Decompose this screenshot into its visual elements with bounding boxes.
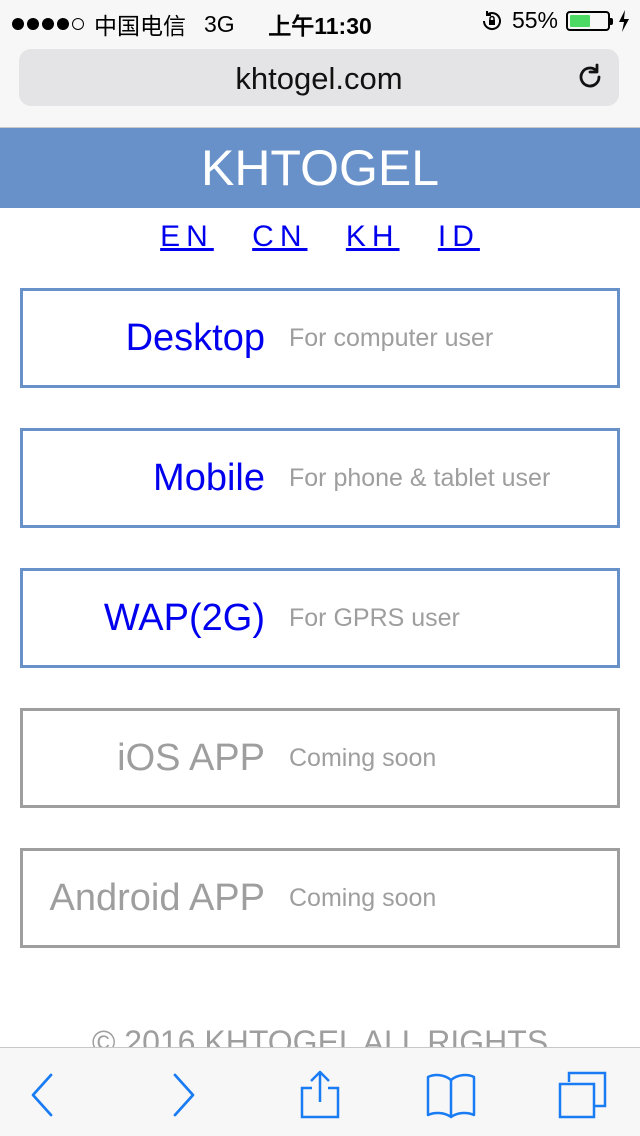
option-title[interactable]: Mobile — [153, 431, 265, 525]
option-subtitle: For phone & tablet user — [289, 464, 551, 492]
lang-link-en[interactable]: EN — [160, 220, 214, 253]
option-title[interactable]: Desktop — [126, 291, 265, 385]
option-subtitle: For computer user — [289, 324, 494, 352]
screen: 中国电信 3G 上午11:30 55% khtogel.com KHTOGEL … — [0, 0, 640, 1136]
browser-toolbar — [0, 1047, 640, 1136]
option-title: Android APP — [49, 877, 265, 919]
battery-percent: 55% — [511, 7, 558, 33]
option-wap[interactable]: WAP(2G) For GPRS user — [20, 568, 620, 668]
charging-icon — [619, 9, 629, 32]
option-title[interactable]: WAP(2G) — [104, 571, 265, 665]
chevron-right-icon[interactable] — [158, 1070, 208, 1120]
forward-button[interactable] — [158, 1070, 208, 1120]
language-selector: EN CN KH ID — [0, 220, 640, 254]
battery-level — [570, 14, 590, 27]
tabs-icon[interactable] — [557, 1070, 607, 1120]
status-bar: 中国电信 3G 上午11:30 55% — [0, 0, 640, 40]
chevron-left-icon[interactable] — [18, 1070, 68, 1120]
share-icon[interactable] — [295, 1070, 345, 1120]
reload-icon[interactable] — [575, 62, 605, 92]
option-subtitle: For GPRS user — [289, 604, 460, 632]
back-button[interactable] — [18, 1070, 68, 1120]
option-title: iOS APP — [117, 737, 265, 779]
battery-icon — [566, 10, 613, 31]
address-bar[interactable]: khtogel.com — [19, 49, 619, 106]
option-android-app: Android APP Coming soon — [20, 848, 620, 948]
browser-address-area: khtogel.com — [0, 40, 640, 128]
lang-link-kh[interactable]: KH — [346, 220, 400, 253]
lang-link-cn[interactable]: CN — [252, 220, 307, 253]
option-ios-app: iOS APP Coming soon — [20, 708, 620, 808]
site-title: KHTOGEL — [0, 128, 640, 208]
lang-link-id[interactable]: ID — [438, 220, 480, 253]
option-desktop[interactable]: Desktop For computer user — [20, 288, 620, 388]
url-text[interactable]: khtogel.com — [19, 61, 619, 97]
option-mobile[interactable]: Mobile For phone & tablet user — [20, 428, 620, 528]
bookmarks-button[interactable] — [426, 1070, 476, 1120]
option-subtitle: Coming soon — [289, 884, 437, 912]
orientation-lock-icon — [482, 10, 501, 30]
share-button[interactable] — [295, 1070, 345, 1120]
status-right: 55% — [480, 7, 630, 34]
tabs-button[interactable] — [557, 1070, 607, 1120]
book-icon[interactable] — [426, 1070, 476, 1120]
option-subtitle: Coming soon — [289, 744, 437, 772]
